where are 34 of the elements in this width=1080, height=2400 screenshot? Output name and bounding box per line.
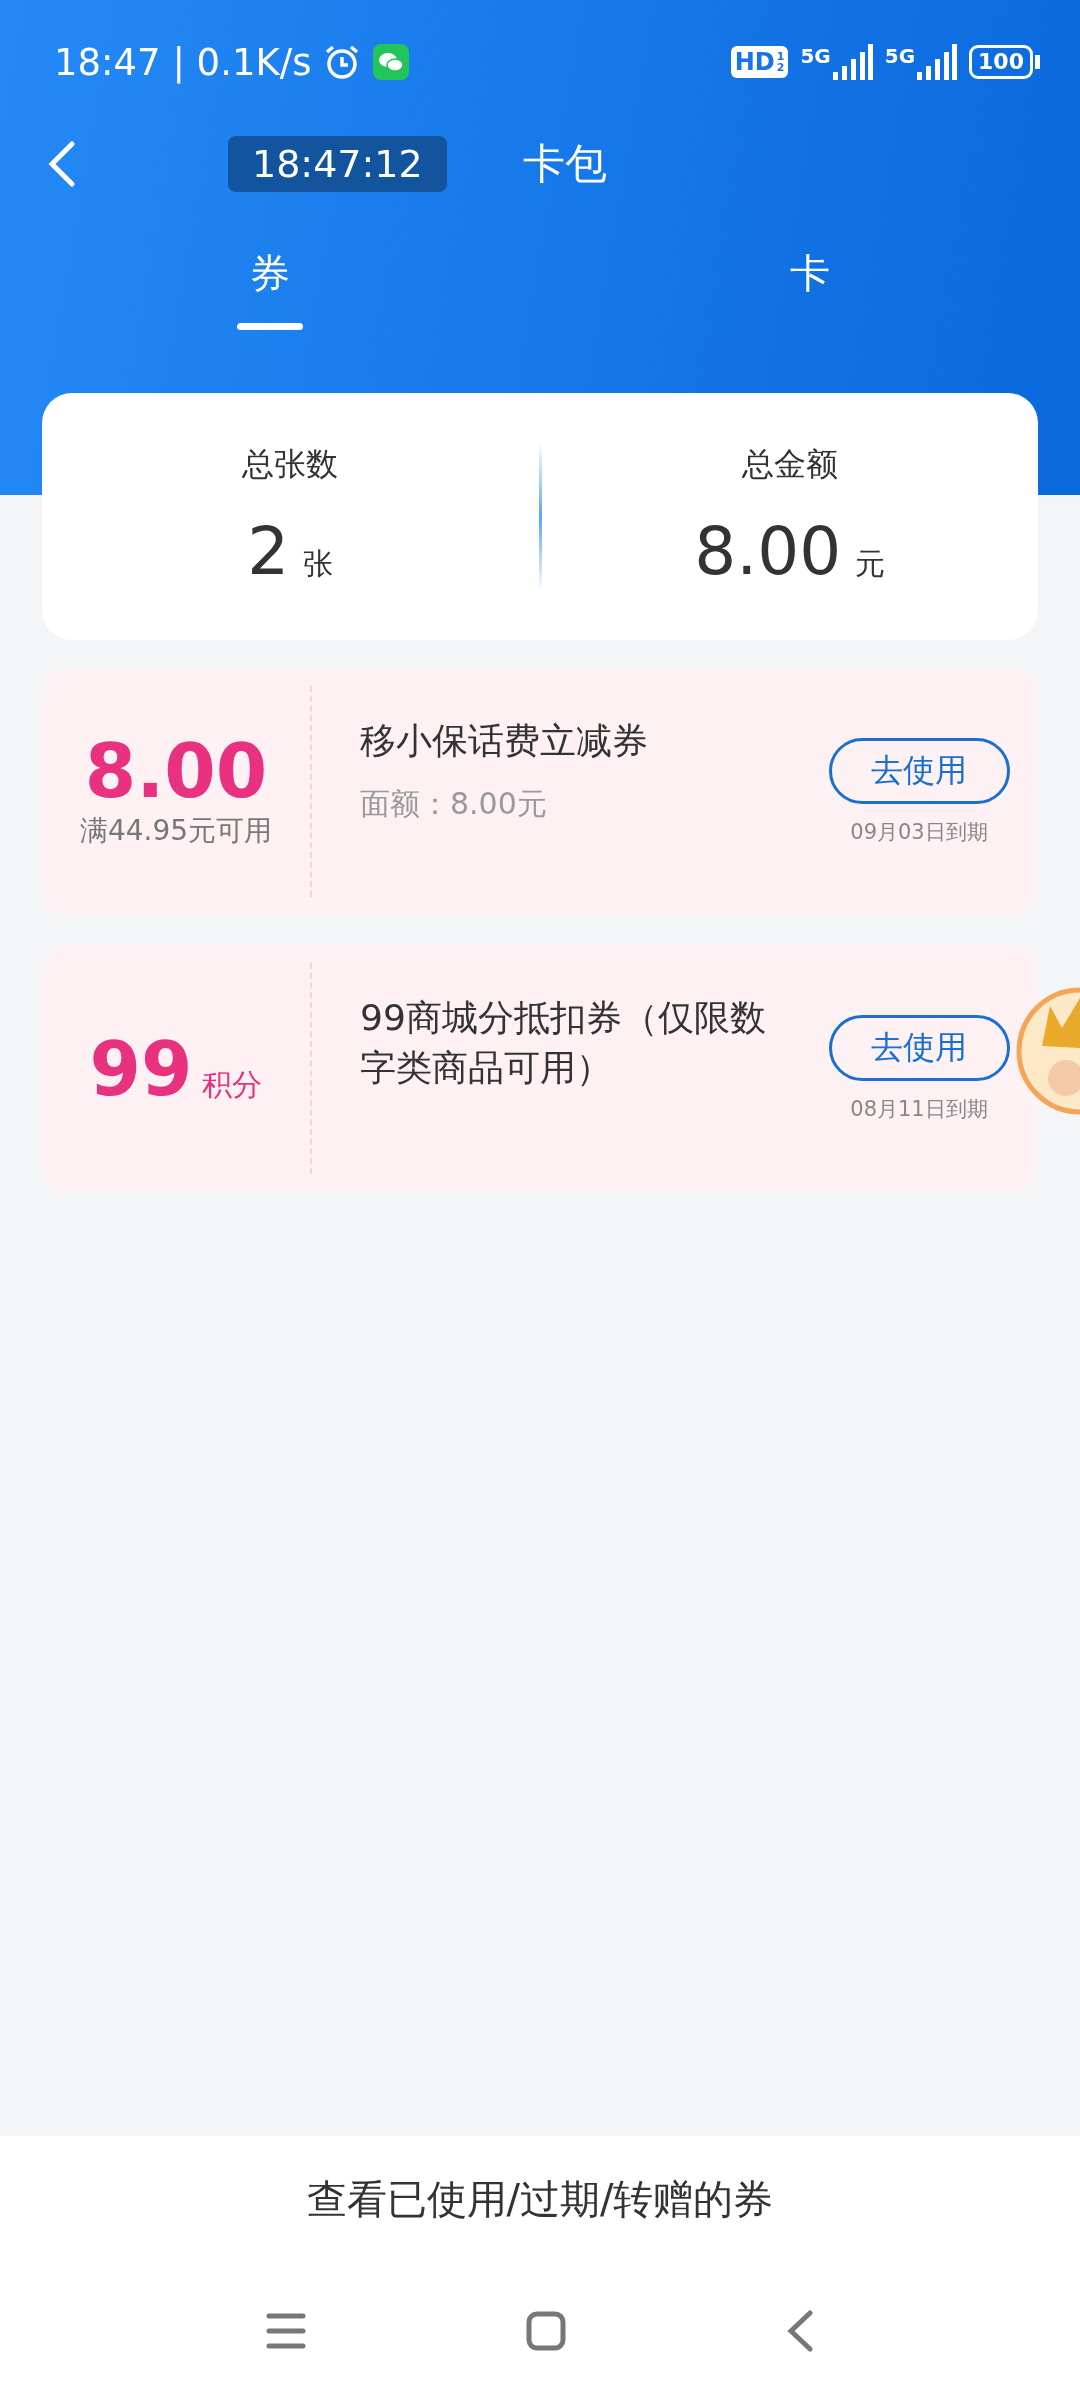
clock-badge: 18:47:12 (228, 136, 447, 192)
summary-value: 2 (247, 513, 290, 590)
summary-label: 总张数 (242, 444, 339, 485)
network-label: 5G (884, 44, 916, 68)
summary-label: 总金额 (741, 444, 838, 485)
coupon-amount: 8.00 (84, 733, 268, 808)
network-label: 5G (800, 44, 831, 68)
summary-value: 8.00 (694, 513, 842, 590)
battery-level: 100 (969, 45, 1033, 79)
tab[interactable]: 卡 (540, 246, 1080, 330)
home-icon[interactable] (526, 2311, 566, 2351)
history-link[interactable]: 查看已使用/过期/转赠的券 (306, 2172, 774, 2227)
signal-icon (832, 44, 873, 80)
summary-unit: 张 (303, 545, 334, 583)
page-title: 卡包 (522, 138, 607, 190)
expiry-date: 08月11日到期 (850, 1095, 988, 1123)
use-button[interactable]: 去使用 (828, 737, 1010, 804)
signal-icon (917, 44, 958, 80)
coupon-amount: 99 (89, 1031, 193, 1106)
use-button[interactable]: 去使用 (828, 1014, 1010, 1081)
coupon-unit: 积分 (202, 1065, 263, 1104)
back-icon[interactable] (46, 140, 76, 188)
menu-icon[interactable] (266, 2312, 306, 2350)
tab[interactable]: 券 (0, 246, 540, 330)
chat-app-icon (373, 44, 410, 80)
coupon-condition: 满44.95元可用 (79, 812, 273, 849)
expiry-date: 09月03日到期 (850, 818, 988, 846)
coupon-face-value: 面额：8.00元 (360, 785, 548, 824)
coupon-title: 99商城分抵扣券（仅限数字类商品可用） (360, 996, 767, 1091)
summary-unit: 元 (855, 545, 886, 583)
status-time: 18:47 | 0.1K/s (54, 40, 312, 84)
battery-tip-icon (1035, 55, 1040, 69)
back-icon[interactable] (786, 2310, 814, 2352)
coupon-title: 移小保话费立减券 (360, 719, 649, 763)
